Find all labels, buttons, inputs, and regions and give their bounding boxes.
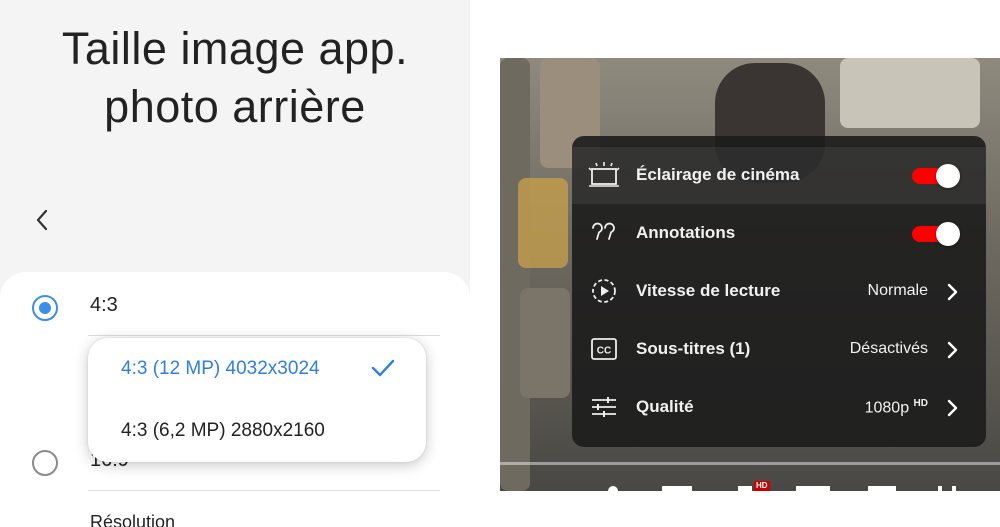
menu-value: Désactivés <box>849 340 928 357</box>
chevron-right-icon <box>947 283 958 301</box>
quality-icon <box>592 397 616 417</box>
page-title-line-2: photo arrière <box>104 81 366 132</box>
checkmark-icon <box>371 359 395 377</box>
menu-label: Sous-titres (1) <box>636 339 751 358</box>
back-button[interactable] <box>28 202 58 238</box>
autoplay-icon[interactable] <box>608 486 618 491</box>
popup-item-label: 4:3 (12 MP) 4032x3024 <box>121 358 320 379</box>
settings-gear-icon[interactable] <box>738 486 752 491</box>
menu-item-playback-speed[interactable]: Vitesse de lecture Normale <box>572 263 986 320</box>
video-background <box>518 178 568 268</box>
theater-mode-icon[interactable] <box>868 486 896 491</box>
quality-value: 1080p <box>864 399 910 417</box>
resolution-popup-menu: 4:3 (12 MP) 4032x3024 4:3 (6,2 MP) 2880x… <box>88 338 426 462</box>
menu-label: Éclairage de cinéma <box>636 165 800 184</box>
radio-16-9[interactable] <box>32 450 58 476</box>
video-progress-bar[interactable] <box>500 462 1000 465</box>
toggle-knob <box>936 222 960 246</box>
cinema-lighting-icon <box>588 162 620 187</box>
menu-item-cinema-lighting[interactable]: Éclairage de cinéma <box>572 147 986 204</box>
fullscreen-icon[interactable] <box>938 486 942 491</box>
menu-item-subtitles[interactable]: CC Sous-titres (1) Désactivés <box>572 321 986 378</box>
toggle-knob <box>936 164 960 188</box>
menu-label: Vitesse de lecture <box>636 281 781 300</box>
radio-4-3[interactable] <box>32 295 58 321</box>
svg-text:CC: CC <box>597 346 611 357</box>
video-background <box>500 58 530 491</box>
menu-value: 1080p HD <box>865 398 928 417</box>
fullscreen-icon[interactable] <box>952 486 956 491</box>
miniplayer-icon[interactable] <box>796 486 830 491</box>
menu-item-annotations[interactable]: Annotations <box>572 205 986 262</box>
chevron-right-icon <box>947 399 958 417</box>
divider <box>88 490 440 491</box>
menu-value: Normale <box>867 282 928 299</box>
chevron-left-icon <box>36 209 48 231</box>
chevron-right-icon <box>947 341 958 359</box>
menu-label: Annotations <box>636 223 736 242</box>
hd-badge: HD <box>754 481 770 491</box>
menu-item-quality[interactable]: Qualité 1080p HD <box>572 379 986 436</box>
annotations-toggle[interactable] <box>912 222 964 246</box>
cinema-lighting-toggle[interactable] <box>912 164 964 188</box>
page-title-line-1: Taille image app. <box>61 23 409 74</box>
annotations-icon <box>592 222 615 240</box>
playback-speed-icon <box>592 279 616 303</box>
page-title: Taille image app. photo arrière <box>0 20 470 136</box>
popup-item-6-2mp[interactable]: 4:3 (6,2 MP) 2880x2160 <box>88 400 426 460</box>
player-settings-menu: Éclairage de cinéma Annotations Vitesse … <box>572 136 986 447</box>
popup-item-label: 4:3 (6,2 MP) 2880x2160 <box>121 420 325 441</box>
video-player[interactable]: Éclairage de cinéma Annotations Vitesse … <box>500 58 1000 491</box>
subtitles-button-icon[interactable] <box>662 486 692 491</box>
subtitles-icon: CC <box>591 338 617 360</box>
player-controls <box>500 478 1000 491</box>
camera-settings-panel: Taille image app. photo arrière 4:3 16:9… <box>0 0 470 527</box>
quality-hd-superscript: HD <box>913 398 928 409</box>
popup-item-12mp[interactable]: 4:3 (12 MP) 4032x3024 <box>88 338 426 398</box>
menu-label: Qualité <box>636 397 694 416</box>
video-background <box>520 288 570 398</box>
video-background <box>840 58 980 128</box>
resolution-label[interactable]: Résolution <box>90 512 175 527</box>
divider <box>88 335 440 336</box>
option-label-4-3[interactable]: 4:3 <box>90 294 118 317</box>
